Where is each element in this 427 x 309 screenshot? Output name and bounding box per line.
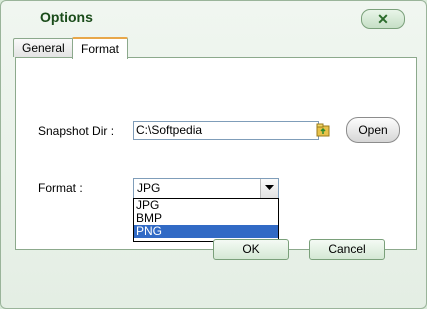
ok-button[interactable]: OK <box>213 239 289 260</box>
dropdown-arrow-button[interactable] <box>260 179 278 198</box>
title-bar: Options ✕ <box>1 1 426 33</box>
folder-icon[interactable] <box>316 123 330 137</box>
format-option-png[interactable]: PNG <box>134 225 278 238</box>
format-label: Format : <box>38 181 83 195</box>
close-icon: ✕ <box>377 11 389 27</box>
format-panel: Snapshot Dir : C:\Softpedia Open Format … <box>15 57 417 250</box>
snapshot-dir-label: Snapshot Dir : <box>38 124 115 138</box>
client-area: General Format Snapshot Dir : C:\Softped… <box>9 33 420 257</box>
open-button[interactable]: Open <box>346 117 400 143</box>
snapshot-dir-input[interactable]: C:\Softpedia <box>133 121 330 140</box>
cancel-button[interactable]: Cancel <box>309 239 385 260</box>
format-select-value: JPG <box>137 181 161 195</box>
close-button[interactable]: ✕ <box>361 9 405 29</box>
format-dropdown-list: JPG BMP PNG <box>133 198 279 242</box>
snapshot-dir-value: C:\Softpedia <box>136 123 203 137</box>
tab-format[interactable]: Format <box>72 37 129 59</box>
format-select[interactable]: JPG <box>133 178 279 199</box>
options-window: Options ✕ General Format Snapshot Dir : … <box>0 0 427 309</box>
tab-general[interactable]: General <box>13 38 74 57</box>
chevron-down-icon <box>265 185 274 190</box>
window-title: Options <box>40 9 93 25</box>
